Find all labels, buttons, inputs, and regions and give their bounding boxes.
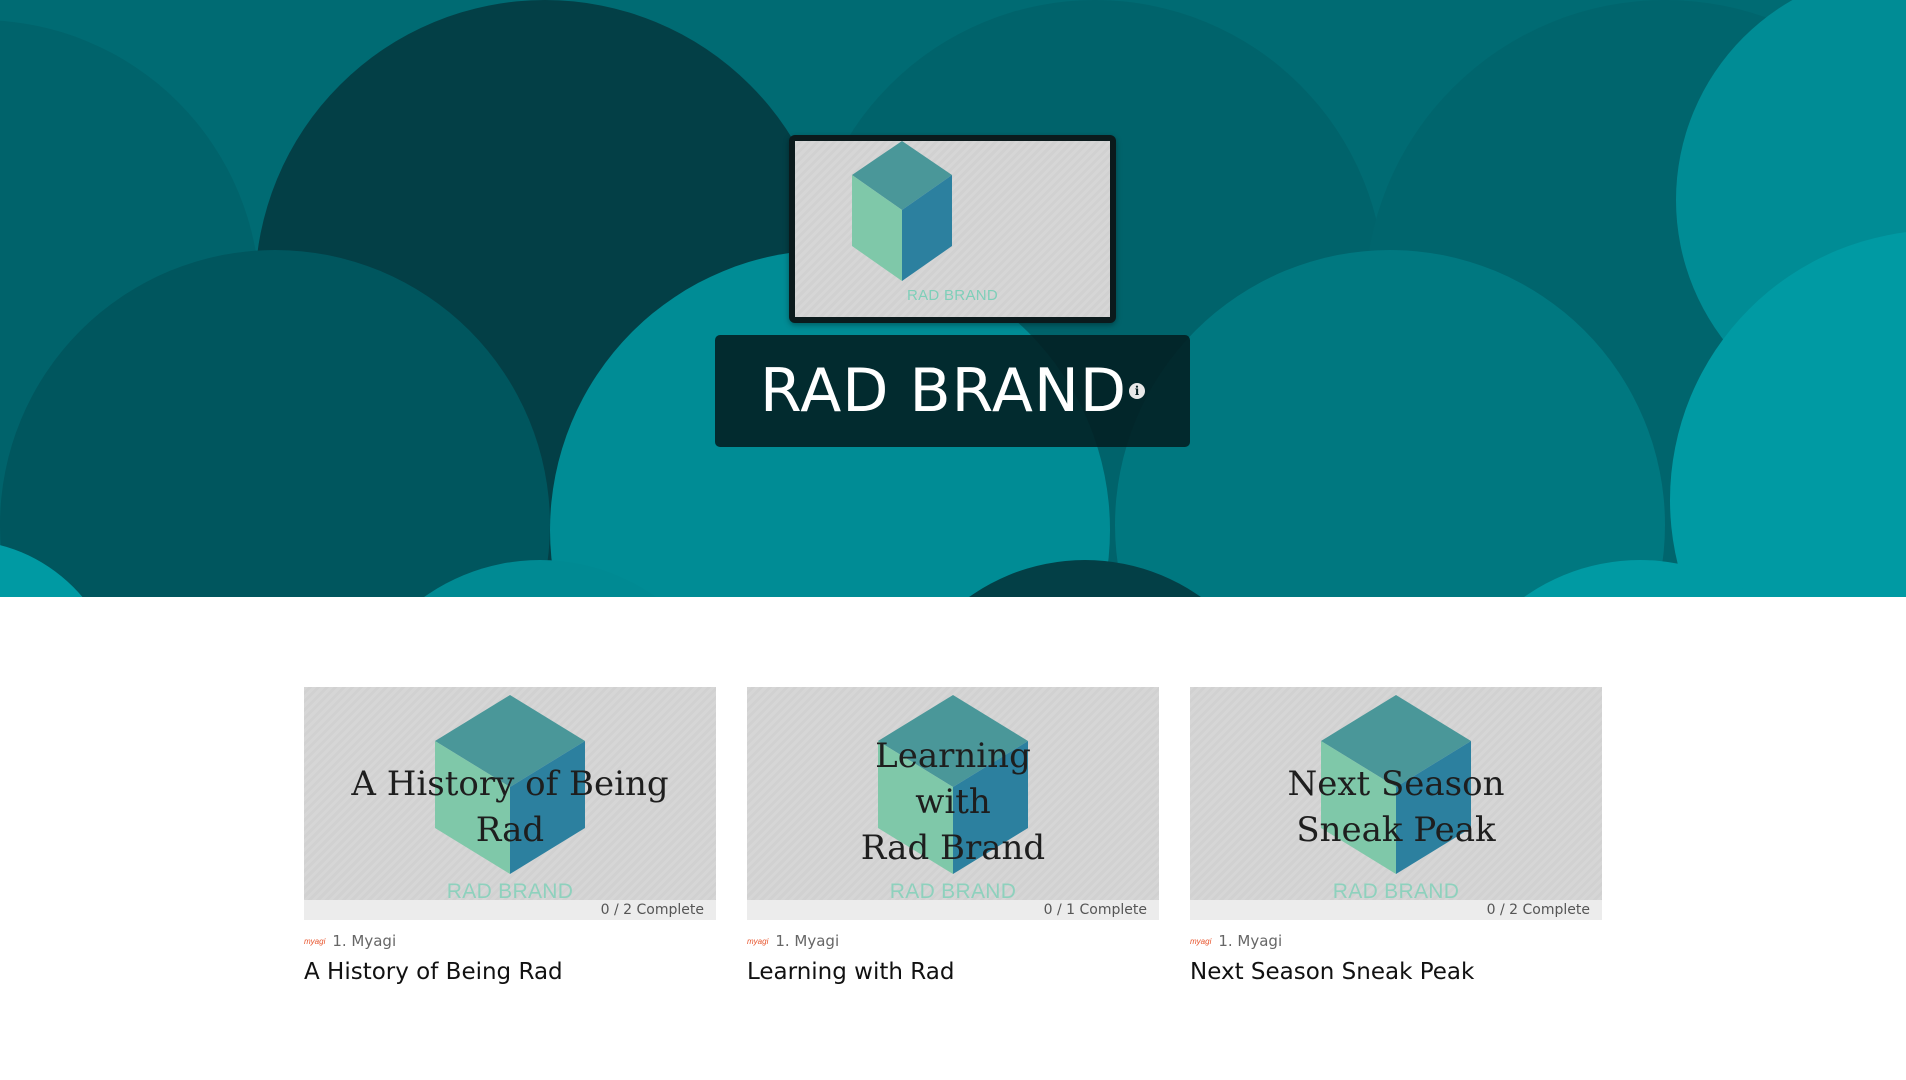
progress-text: 0 / 1 Complete [1043, 902, 1147, 918]
course-card-list: A History of Being Rad RAD BRAND 0 / 2 C… [304, 687, 1602, 985]
progress-text: 0 / 2 Complete [1486, 902, 1590, 918]
card-meta: myagi 1. Myagi [747, 932, 1159, 950]
progress-text: 0 / 2 Complete [600, 902, 704, 918]
card-meta-text: 1. Myagi [332, 932, 397, 950]
thumbnail-title: A History of Being Rad [351, 764, 669, 850]
hero-banner: RAD BRAND RAD BRAND i [0, 0, 1906, 597]
card-title[interactable]: Learning with Rad [747, 959, 1159, 985]
myagi-logo: myagi [1190, 936, 1212, 946]
thumbnail-title: Learning with Rad Brand [860, 736, 1046, 868]
card-title[interactable]: A History of Being Rad [304, 959, 716, 985]
card-meta-text: 1. Myagi [1218, 932, 1283, 950]
card-meta: myagi 1. Myagi [304, 932, 716, 950]
page-title-box: RAD BRAND i [715, 335, 1190, 447]
course-thumbnail[interactable]: A History of Being Rad RAD BRAND 0 / 2 C… [304, 687, 716, 920]
card-meta-text: 1. Myagi [775, 932, 840, 950]
myagi-logo: myagi [747, 936, 769, 946]
brand-logo-frame: RAD BRAND [789, 135, 1116, 323]
brand-logo-text: RAD BRAND [906, 287, 999, 304]
info-icon[interactable]: i [1129, 383, 1146, 399]
course-thumbnail[interactable]: Learning with Rad Brand RAD BRAND 0 / 1 … [747, 687, 1159, 920]
myagi-logo: myagi [304, 936, 326, 946]
course-card[interactable]: Next Season Sneak Peak RAD BRAND 0 / 2 C… [1190, 687, 1602, 985]
card-title[interactable]: Next Season Sneak Peak [1190, 959, 1602, 985]
course-card[interactable]: A History of Being Rad RAD BRAND 0 / 2 C… [304, 687, 716, 985]
card-meta: myagi 1. Myagi [1190, 932, 1602, 950]
course-thumbnail[interactable]: Next Season Sneak Peak RAD BRAND 0 / 2 C… [1190, 687, 1602, 920]
thumbnail-title: Next Season Sneak Peak [1287, 764, 1505, 850]
brand-logo: RAD BRAND [795, 141, 1110, 317]
course-card[interactable]: Learning with Rad Brand RAD BRAND 0 / 1 … [747, 687, 1159, 985]
page-title: RAD BRAND [759, 356, 1128, 426]
